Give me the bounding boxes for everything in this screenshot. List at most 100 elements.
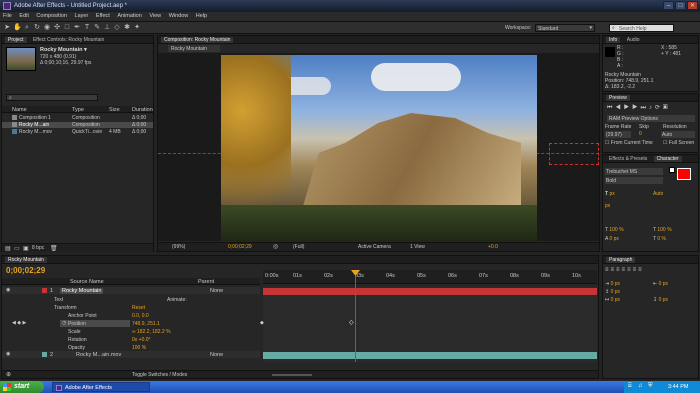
project-search-input[interactable]: ⌕ [6, 94, 98, 101]
keyframe-icon[interactable]: ◆ [260, 320, 264, 326]
font-family-select[interactable]: Trebuchet MS [605, 168, 663, 175]
prop-anchor-point[interactable]: Anchor Point [68, 313, 97, 319]
pen-tool-icon[interactable]: ✒ [73, 24, 81, 32]
tab-preview[interactable]: Preview [606, 95, 630, 101]
selection-tool-icon[interactable]: ➤ [3, 24, 11, 32]
tab-composition[interactable]: Composition: Rocky Mountain [161, 37, 234, 43]
timeline-timecode[interactable]: 0;00;02;29 [6, 266, 45, 275]
track-area[interactable]: ◆ ◇ [260, 287, 597, 362]
clone-stamp-tool-icon[interactable]: ⊥ [103, 24, 111, 32]
menu-window[interactable]: Window [166, 12, 192, 20]
tab-paragraph[interactable]: Paragraph [606, 257, 636, 263]
from-current-checkbox[interactable]: ☐ From Current Time [605, 140, 653, 146]
prev-frame-icon[interactable]: ◀ [615, 105, 623, 111]
space-before-row[interactable]: ↥ 0 px [605, 289, 620, 295]
zoom-slider[interactable] [272, 374, 312, 376]
type-tool-icon[interactable]: T [83, 24, 91, 32]
transform-reset[interactable]: Reset [132, 305, 145, 311]
bpc-label[interactable]: 8 bpc [32, 245, 44, 251]
comp-subtab[interactable]: Rocky Mountain [168, 45, 220, 52]
workspace-select[interactable]: Standard ▾ [535, 24, 595, 32]
eye-icon[interactable]: ◉ [6, 351, 10, 357]
zoom-tool-icon[interactable]: ⌕ [23, 24, 31, 32]
animate-menu[interactable]: Animate: [167, 297, 187, 303]
vertical-scale-row[interactable]: T 100 % [605, 227, 624, 233]
tab-info[interactable]: Info [606, 37, 621, 43]
tsume-row[interactable]: T 0 % [653, 236, 666, 242]
skip-value[interactable]: 0 [639, 131, 642, 137]
menu-help[interactable]: Help [193, 12, 210, 20]
keyframe-icon[interactable]: ◇ [349, 319, 354, 326]
col-type[interactable]: Type [72, 107, 84, 113]
comp-viewer[interactable] [158, 53, 599, 241]
last-frame-icon[interactable]: ⏭ [640, 105, 648, 111]
list-item[interactable]: Rocky M...ain Composition Δ 0;00 [2, 122, 153, 128]
menu-edit[interactable]: Edit [16, 12, 31, 20]
toggle-switches-modes[interactable]: Toggle Switches / Modes [132, 372, 187, 378]
security-icon[interactable]: ⛨ [648, 383, 653, 390]
comp-timecode[interactable]: 0;00;02;29 [228, 244, 252, 250]
exposure-offset[interactable]: +0.0 [488, 244, 498, 250]
trash-icon[interactable]: 🗑 [50, 245, 58, 252]
tab-audio[interactable]: Audio [624, 37, 643, 43]
tab-effects-presets[interactable]: Effects & Presets [606, 156, 650, 162]
camera-snapshot-icon[interactable]: ◎ [273, 243, 278, 250]
tab-effect-controls[interactable]: Effect Controls: Rocky Mountain [30, 37, 107, 43]
close-button[interactable]: ✕ [687, 1, 698, 10]
layer-name[interactable]: Rocky M...ain.mov [76, 352, 121, 358]
camera-select[interactable]: Active Camera [358, 244, 391, 250]
indent-right-row[interactable]: ⇤ 0 px [653, 281, 668, 287]
menu-effect[interactable]: Effect [93, 12, 113, 20]
rotation-value[interactable]: 0x +0.0° [132, 337, 151, 343]
camera-tool-icon[interactable]: ◉ [43, 24, 51, 32]
layer-row[interactable]: ◉ 2 Rocky M...ain.mov None [2, 351, 260, 358]
col-name[interactable]: Name [12, 107, 27, 113]
menu-view[interactable]: View [146, 12, 164, 20]
volume-icon[interactable]: ♫ [638, 383, 643, 389]
indent-left-row[interactable]: ⇥ 0 px [605, 281, 620, 287]
leading-row[interactable]: Auto [653, 191, 663, 197]
menu-file[interactable]: File [0, 12, 15, 20]
font-style-select[interactable]: Bold [605, 177, 663, 184]
interpret-footage-icon[interactable]: ▤ [5, 245, 11, 252]
ram-preview-options[interactable]: RAM Preview Options [607, 115, 695, 122]
prop-position[interactable]: Position [68, 321, 86, 327]
menu-composition[interactable]: Composition [33, 12, 70, 20]
view-select[interactable]: 1 View [410, 244, 425, 250]
list-item[interactable]: Composition 1 Composition Δ 0;00 [2, 115, 153, 121]
col-duration[interactable]: Duration [132, 107, 153, 113]
col-source-name[interactable]: Source Name [70, 279, 104, 285]
prop-rotation[interactable]: Rotation [68, 337, 87, 343]
tab-timeline-rocky-mountain[interactable]: Rocky Mountain [5, 257, 47, 263]
baseline-shift-row[interactable]: A 0 px [605, 236, 619, 242]
menu-layer[interactable]: Layer [72, 12, 92, 20]
play-icon[interactable]: ▶ [624, 105, 632, 111]
keyframe-nav-icon[interactable]: ◀ ◆ ▶ [12, 320, 26, 326]
zoom-select[interactable]: (99%) [172, 244, 185, 250]
resolution-select[interactable]: (Full) [293, 244, 304, 250]
ram-preview-icon[interactable]: ▣ [663, 105, 671, 111]
start-button[interactable]: start [0, 381, 44, 393]
layer-row[interactable]: ◉ 1 Rocky Mountain None [2, 287, 260, 294]
new-composition-icon[interactable]: ▣ [23, 245, 29, 252]
roto-brush-tool-icon[interactable]: ✱ [123, 24, 131, 32]
resolution-select[interactable]: Auto [661, 131, 695, 138]
layer-2-duration-bar[interactable] [263, 352, 597, 359]
eraser-tool-icon[interactable]: ◇ [113, 24, 121, 32]
eye-icon[interactable]: ◉ [6, 287, 10, 293]
pan-behind-tool-icon[interactable]: ✣ [53, 24, 61, 32]
tab-character[interactable]: Character [653, 156, 682, 162]
tab-project[interactable]: Project [5, 37, 27, 43]
search-help-input[interactable]: ⌕ Search Help [609, 24, 674, 32]
first-line-indent-row[interactable]: ↦ 0 px [605, 297, 620, 303]
mask-tool-icon[interactable]: □ [63, 24, 71, 32]
full-screen-checkbox[interactable]: ☐ Full Screen [663, 140, 694, 146]
layer-label-color[interactable] [42, 288, 47, 293]
expand-icon[interactable]: ⊕ [6, 371, 11, 378]
justify-all-icon[interactable]: ≡ [638, 267, 644, 273]
col-parent[interactable]: Parent [198, 279, 214, 285]
scale-value[interactable]: ∞ 182.2, 182.2 % [132, 329, 171, 335]
layer-parent[interactable]: None [210, 352, 223, 358]
hand-tool-icon[interactable]: ✋ [13, 24, 22, 32]
font-size-row[interactable]: T px [605, 191, 615, 197]
